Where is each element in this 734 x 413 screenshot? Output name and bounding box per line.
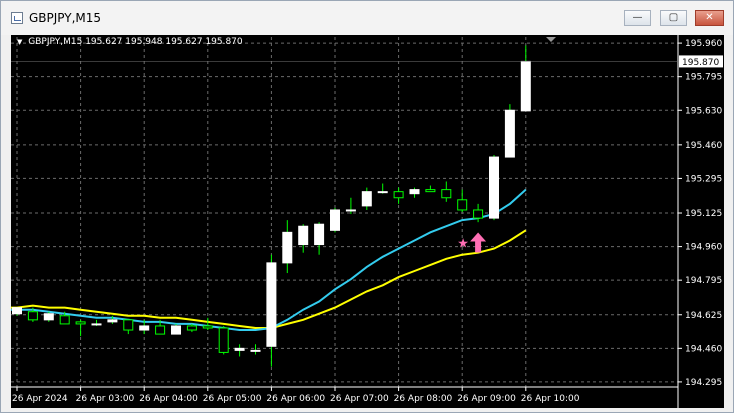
candle-bull (266, 262, 277, 347)
candle-bull (12, 307, 22, 315)
candle-bear (186, 325, 197, 331)
candle-bear (473, 209, 484, 219)
x-tick-label: 26 Apr 09:00 (457, 394, 516, 404)
candle-bull (345, 209, 356, 212)
candle-bull (377, 191, 388, 194)
candle-bull (139, 325, 150, 331)
x-tick-label: 26 Apr 08:00 (394, 394, 453, 404)
collapse-triangle-icon[interactable]: ▼ (17, 38, 22, 46)
candle-bear (218, 327, 229, 353)
x-tick-label: 26 Apr 05:00 (203, 394, 262, 404)
x-tick-label: 26 Apr 07:00 (330, 394, 389, 404)
chart-window: GBPJPY,M15 — ▢ ✕ 195.960 195.795 195.630 19… (0, 0, 734, 413)
x-tick-label: 26 Apr 04:00 (139, 394, 198, 404)
y-tick-label: 195.125 (685, 209, 722, 219)
candle-bull (330, 209, 340, 231)
candle-bull (282, 231, 293, 264)
candle-bear (155, 325, 166, 335)
candle-bull (171, 325, 181, 335)
candle-bull (314, 223, 325, 246)
y-tick-label: 194.295 (685, 378, 722, 388)
signal-arrow-up-icon (470, 232, 487, 253)
candle-bull (250, 349, 261, 352)
y-tick-label: 195.960 (685, 39, 722, 49)
current-price-label: 195.870 (682, 58, 719, 68)
candle-bear (59, 315, 70, 325)
y-tick-label: 194.795 (685, 276, 722, 286)
y-tick-label: 194.960 (685, 243, 722, 253)
candle-bear (441, 189, 452, 199)
symbol-label: GBPJPY,M15 (28, 37, 83, 47)
x-tick-label: 26 Apr 2024 (12, 394, 68, 404)
candle-bull (489, 156, 499, 219)
candle-bull (504, 109, 515, 158)
y-tick-label: 194.625 (685, 311, 722, 321)
maximize-button[interactable]: ▢ (660, 10, 687, 26)
y-tick-label: 195.630 (685, 106, 722, 116)
chart-shift-marker-icon (546, 37, 556, 42)
title-bar[interactable]: GBPJPY,M15 — ▢ ✕ (1, 1, 733, 35)
candle-bull (409, 189, 420, 195)
symbol-info: ▼ GBPJPY,M15 195.627 195.948 195.627 195… (17, 37, 243, 47)
candle-bull (107, 319, 118, 323)
y-tick-label: 195.460 (685, 141, 722, 151)
candle-bear (457, 199, 468, 211)
candle-bull (520, 60, 531, 112)
chart-canvas[interactable]: 195.960 195.795 195.630 195.460 195.295 195.1… (11, 35, 724, 408)
x-tick-label: 26 Apr 10:00 (521, 394, 580, 404)
candle-bear (393, 191, 404, 199)
candle-bull (361, 191, 372, 207)
y-tick-label: 195.295 (685, 174, 722, 184)
y-tick-label: 194.460 (685, 344, 722, 354)
candle-bull (91, 323, 102, 326)
candle-bear (202, 325, 213, 329)
window-title: GBPJPY,M15 (29, 11, 102, 25)
y-tick-label: 195.795 (685, 73, 722, 83)
candle-bull (298, 225, 309, 246)
candle-bear (27, 311, 38, 321)
candle-bull (43, 313, 54, 321)
chart-window-icon (11, 12, 23, 24)
close-button[interactable]: ✕ (695, 10, 724, 26)
candle-bear (123, 319, 134, 331)
candle-bull (234, 347, 245, 351)
ohlc-values: 195.627 195.948 195.627 195.870 (85, 37, 243, 47)
minimize-button[interactable]: — (624, 10, 651, 26)
signal-star-icon: ★ (457, 237, 469, 252)
price-chart[interactable]: 195.960 195.795 195.630 195.460 195.295 195.1… (11, 35, 724, 408)
candle-bear (75, 321, 86, 325)
candle-bear (425, 189, 436, 193)
x-tick-label: 26 Apr 06:00 (266, 394, 325, 404)
x-tick-label: 26 Apr 03:00 (76, 394, 135, 404)
